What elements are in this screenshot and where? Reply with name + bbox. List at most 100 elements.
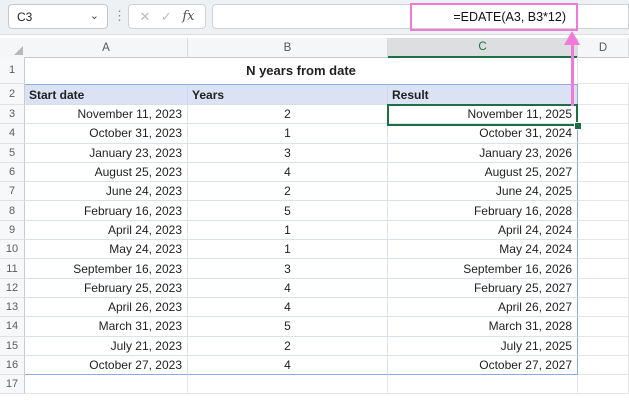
cell-result[interactable]: February 25, 2027 — [388, 278, 578, 298]
cell-start-date[interactable]: April 24, 2023 — [25, 220, 188, 241]
cell[interactable] — [578, 336, 629, 356]
row-header[interactable]: 2 — [0, 84, 25, 105]
cell-years[interactable]: 4 — [188, 297, 388, 318]
cell-result[interactable]: October 27, 2027 — [388, 355, 578, 376]
cell-years[interactable]: 4 — [188, 278, 388, 298]
column-header-b[interactable]: B — [188, 38, 388, 58]
cell-result[interactable]: January 23, 2026 — [388, 143, 578, 163]
row-header[interactable]: 6 — [0, 162, 25, 183]
cell-start-date[interactable]: October 27, 2023 — [25, 355, 188, 376]
cell-result[interactable]: February 16, 2028 — [388, 201, 578, 221]
cell[interactable] — [578, 143, 629, 163]
cell-start-date[interactable]: April 26, 2023 — [25, 297, 188, 318]
insert-function-icon[interactable]: fx — [182, 10, 194, 23]
cell-start-date[interactable]: July 21, 2023 — [25, 336, 188, 356]
row-header[interactable]: 11 — [0, 259, 25, 279]
cell-start-date[interactable]: May 24, 2023 — [25, 240, 188, 260]
cell-result[interactable]: March 31, 2028 — [388, 317, 578, 337]
cancel-icon[interactable]: ✕ — [140, 10, 151, 23]
cell-years[interactable]: 3 — [188, 259, 388, 279]
cell-start-date[interactable]: January 23, 2023 — [25, 143, 188, 163]
column-header-d[interactable]: D — [578, 38, 629, 58]
cell-result[interactable]: October 31, 2024 — [388, 124, 578, 144]
row-header[interactable]: 1 — [0, 57, 25, 84]
row-header[interactable]: 8 — [0, 201, 25, 221]
cell[interactable] — [578, 317, 629, 337]
title-cell[interactable]: N years from date — [25, 57, 578, 84]
cell-years[interactable]: 5 — [188, 201, 388, 221]
row-header[interactable]: 9 — [0, 220, 25, 241]
cell-start-date[interactable]: August 25, 2023 — [25, 162, 188, 183]
cell-start-date[interactable]: November 11, 2023 — [25, 105, 188, 125]
empty-row: 17 — [0, 375, 629, 395]
cell[interactable] — [578, 182, 629, 202]
cell[interactable] — [578, 278, 629, 298]
cell[interactable] — [578, 57, 629, 84]
cell-start-date[interactable]: February 16, 2023 — [25, 201, 188, 221]
cell[interactable] — [578, 220, 629, 241]
data-rows: 3 November 11, 2023 2 November 11, 2025 … — [0, 105, 629, 376]
cell-start-date[interactable]: February 25, 2023 — [25, 278, 188, 298]
cell-start-date[interactable]: October 31, 2023 — [25, 124, 188, 144]
row-header[interactable]: 10 — [0, 240, 25, 260]
cell-start-date[interactable]: September 16, 2023 — [25, 259, 188, 279]
cell-result[interactable]: June 24, 2025 — [388, 182, 578, 202]
header-cell-result[interactable]: Result — [388, 84, 578, 105]
row-header[interactable]: 15 — [0, 336, 25, 356]
cell[interactable] — [578, 355, 629, 376]
enter-icon[interactable]: ✓ — [161, 10, 172, 23]
column-header-a[interactable]: A — [25, 38, 188, 58]
cell[interactable] — [578, 162, 629, 183]
cell[interactable] — [388, 375, 578, 395]
cell[interactable] — [578, 201, 629, 221]
cell-years[interactable]: 1 — [188, 124, 388, 144]
cell-start-date[interactable]: March 31, 2023 — [25, 317, 188, 337]
cell[interactable] — [578, 105, 629, 125]
cell[interactable] — [578, 84, 629, 105]
row-header[interactable]: 13 — [0, 297, 25, 318]
cell-result[interactable]: April 26, 2027 — [388, 297, 578, 318]
row-header[interactable]: 7 — [0, 182, 25, 202]
cell-start-date[interactable]: June 24, 2023 — [25, 182, 188, 202]
cell-result[interactable]: August 25, 2027 — [388, 162, 578, 183]
table-row: 5 January 23, 2023 3 January 23, 2026 — [0, 143, 629, 163]
cell[interactable] — [578, 259, 629, 279]
cell-years[interactable]: 4 — [188, 162, 388, 183]
table-row: 4 October 31, 2023 1 October 31, 2024 — [0, 124, 629, 144]
row-header[interactable]: 4 — [0, 124, 25, 144]
cell-years[interactable]: 1 — [188, 220, 388, 241]
cell[interactable] — [25, 375, 188, 395]
row-header[interactable]: 16 — [0, 355, 25, 376]
cell-result[interactable]: July 21, 2025 — [388, 336, 578, 356]
fill-handle[interactable] — [574, 122, 582, 130]
cell-result[interactable]: November 11, 2025 — [388, 105, 578, 125]
cell-years[interactable]: 3 — [188, 143, 388, 163]
select-all-button[interactable] — [0, 38, 26, 58]
chevron-down-icon[interactable]: ⌄ — [90, 11, 99, 22]
row-header[interactable]: 14 — [0, 317, 25, 337]
header-cell-years[interactable]: Years — [188, 84, 388, 105]
row-header[interactable]: 3 — [0, 105, 25, 125]
cell-result[interactable]: September 16, 2026 — [388, 259, 578, 279]
header-cell-start-date[interactable]: Start date — [25, 84, 188, 105]
cell[interactable] — [188, 375, 388, 395]
table-header-row: 2 Start date Years Result — [0, 84, 629, 105]
row-header[interactable]: 17 — [0, 375, 25, 395]
row-header[interactable]: 5 — [0, 143, 25, 163]
cell[interactable] — [578, 124, 629, 144]
name-box[interactable]: C3 ⌄ — [8, 4, 108, 29]
formula-bar: C3 ⌄ ⋮ ✕ ✓ fx =EDATE(A3, B3*12) — [0, 0, 629, 35]
cell-years[interactable]: 5 — [188, 317, 388, 337]
cell[interactable] — [578, 297, 629, 318]
cell-years[interactable]: 4 — [188, 355, 388, 376]
cell[interactable] — [578, 375, 629, 395]
cell-years[interactable]: 2 — [188, 336, 388, 356]
row-header[interactable]: 12 — [0, 278, 25, 298]
column-header-c[interactable]: C — [388, 38, 578, 58]
cell[interactable] — [578, 240, 629, 260]
cell-years[interactable]: 2 — [188, 105, 388, 125]
cell-years[interactable]: 2 — [188, 182, 388, 202]
cell-result[interactable]: April 24, 2024 — [388, 220, 578, 241]
cell-result[interactable]: May 24, 2024 — [388, 240, 578, 260]
cell-years[interactable]: 1 — [188, 240, 388, 260]
